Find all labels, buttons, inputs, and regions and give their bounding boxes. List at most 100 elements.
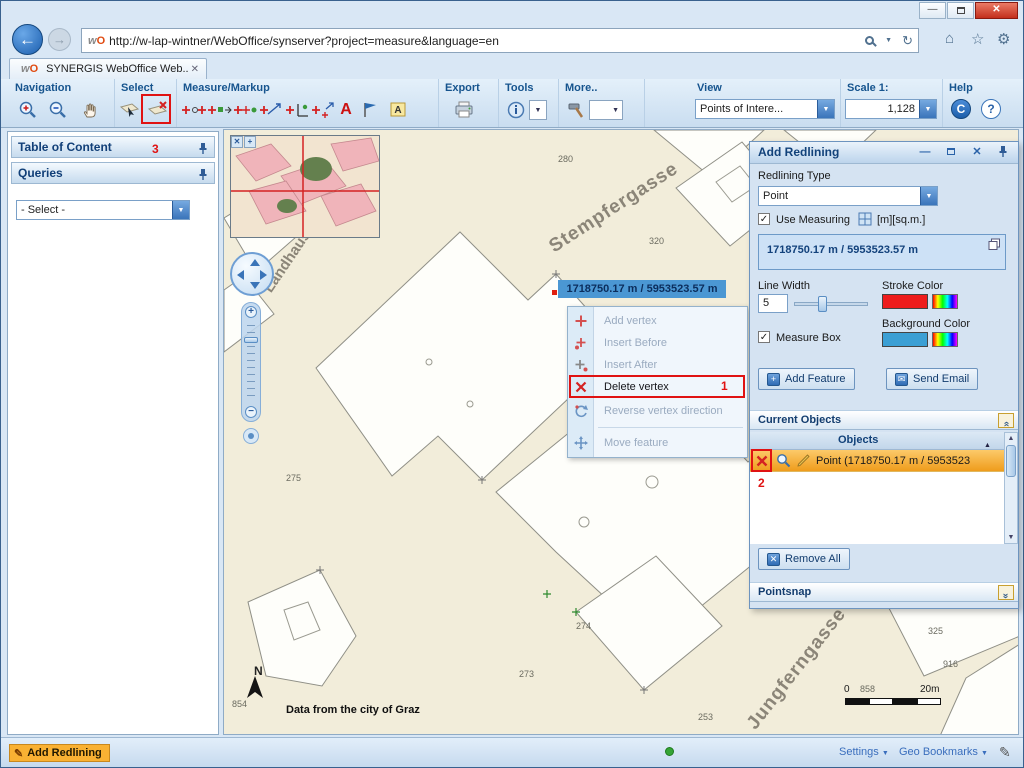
markup-text-icon[interactable]: A <box>333 97 359 123</box>
pan-west-icon[interactable] <box>237 270 244 280</box>
table-of-content-header[interactable]: Table of Content 3 <box>11 136 215 158</box>
view-select[interactable]: Points of Intere... ▼ <box>695 99 835 119</box>
expand-section-button[interactable]: « <box>998 585 1014 600</box>
window-minimize-button[interactable]: — <box>919 2 946 19</box>
address-bar[interactable]: wO http://w-lap-wintner/WebOffice/synser… <box>81 28 919 53</box>
measure-box-checkbox[interactable]: ✓ <box>758 331 770 343</box>
use-measuring-checkbox[interactable]: ✓ <box>758 213 770 225</box>
select-by-rectangle-icon[interactable] <box>117 97 143 123</box>
menu-item-insert-after[interactable]: Insert After <box>568 354 747 376</box>
panel-restore-icon[interactable] <box>942 145 960 161</box>
print-icon[interactable] <box>451 97 477 123</box>
zoom-slider[interactable]: + − <box>241 302 261 422</box>
zoom-out-button[interactable]: − <box>245 406 257 418</box>
settings-gear-icon[interactable]: ⚙ <box>997 30 1010 48</box>
window-maximize-button[interactable] <box>947 2 974 19</box>
stroke-color-swatch[interactable] <box>882 294 928 309</box>
full-extent-button[interactable] <box>243 428 259 444</box>
tools-dropdown-button[interactable]: ▼ <box>529 100 547 120</box>
more-dropdown-button[interactable]: ▼ <box>589 100 623 120</box>
selected-vertex-marker[interactable] <box>552 290 557 295</box>
edit-object-icon[interactable] <box>796 453 811 468</box>
object-row[interactable]: Point (1718750.17 m / 5953523 <box>750 450 1004 471</box>
hammer-tools-icon[interactable] <box>563 97 589 123</box>
zoom-in-button[interactable]: + <box>245 306 257 318</box>
query-select[interactable]: - Select - ▼ <box>16 200 190 220</box>
current-objects-section-header[interactable]: Current Objects « <box>750 410 1018 430</box>
line-width-input[interactable]: 5 <box>758 294 788 313</box>
menu-item-add-vertex[interactable]: Add vertex <box>568 310 747 332</box>
copyright-button[interactable]: C <box>951 99 971 119</box>
objects-table-header[interactable]: Objects ▲ <box>750 432 1004 450</box>
active-mode-chip[interactable]: ✎ Add Redlining <box>9 744 110 762</box>
settings-menu[interactable]: Settings ▼ <box>839 746 889 758</box>
pan-east-icon[interactable] <box>260 270 267 280</box>
remove-all-button[interactable]: ✕ Remove All <box>758 548 850 570</box>
favorites-star-icon[interactable]: ☆ <box>971 30 984 48</box>
background-color-picker-icon[interactable] <box>932 332 958 347</box>
zoom-in-icon[interactable] <box>15 97 41 123</box>
pan-hand-icon[interactable] <box>77 97 103 123</box>
measure-point-icon[interactable] <box>181 97 207 123</box>
redlining-panel-header[interactable]: Add Redlining — ✕ <box>750 142 1018 164</box>
zoom-out-icon[interactable] <box>45 97 71 123</box>
tab-close-icon[interactable]: ✕ <box>189 64 201 75</box>
browser-forward-button[interactable]: → <box>48 28 71 51</box>
scale-input[interactable]: 1,128 ▼ <box>845 99 937 119</box>
address-dropdown-icon[interactable]: ▼ <box>880 37 897 44</box>
scroll-up-icon[interactable]: ▲ <box>1005 435 1017 442</box>
background-color-swatch[interactable] <box>882 332 928 347</box>
refresh-icon[interactable]: ↻ <box>897 33 918 49</box>
geo-bookmarks-menu[interactable]: Geo Bookmarks ▼ <box>899 746 988 758</box>
panel-minimize-icon[interactable]: — <box>916 145 934 161</box>
slider-handle[interactable] <box>818 296 827 312</box>
objects-scrollbar[interactable]: ▲ ▼ <box>1004 432 1018 544</box>
window-close-button[interactable]: ✕ <box>975 2 1018 19</box>
pan-compass-control[interactable] <box>230 252 274 296</box>
measure-line-icon[interactable] <box>207 97 233 123</box>
query-dropdown-button[interactable]: ▼ <box>172 201 189 219</box>
collapse-section-button[interactable]: « <box>998 413 1014 428</box>
overview-move-icon[interactable]: + <box>244 136 256 148</box>
scale-dropdown-button[interactable]: ▼ <box>919 100 936 118</box>
pointsnap-section-header[interactable]: Pointsnap « <box>750 582 1018 602</box>
pan-north-icon[interactable] <box>250 259 260 266</box>
measure-circle-icon[interactable] <box>259 97 285 123</box>
line-width-slider[interactable] <box>794 294 868 313</box>
panel-pin-icon[interactable] <box>994 145 1012 161</box>
search-icon[interactable] <box>865 36 874 45</box>
browser-back-button[interactable]: ← <box>12 24 43 55</box>
redlining-type-dropdown-button[interactable]: ▼ <box>920 187 937 205</box>
menu-item-insert-before[interactable]: Insert Before <box>568 332 747 354</box>
markup-flag-icon[interactable] <box>357 97 383 123</box>
stroke-color-picker-icon[interactable] <box>932 294 958 309</box>
zoom-slider-handle[interactable] <box>244 337 258 343</box>
pin-icon[interactable] <box>197 167 209 187</box>
add-feature-button[interactable]: + Add Feature <box>758 368 855 390</box>
panel-close-icon[interactable]: ✕ <box>968 145 986 161</box>
overview-close-icon[interactable]: ✕ <box>231 136 243 148</box>
view-dropdown-button[interactable]: ▼ <box>817 100 834 118</box>
measure-coordinate-icon[interactable] <box>285 97 311 123</box>
pan-south-icon[interactable] <box>250 282 260 289</box>
send-email-button[interactable]: ✉ Send Email <box>886 368 978 390</box>
home-icon[interactable]: ⌂ <box>945 30 954 47</box>
help-question-button[interactable]: ? <box>981 99 1001 119</box>
identify-tool-icon[interactable] <box>503 97 529 123</box>
measure-area-icon[interactable] <box>233 97 259 123</box>
overview-map[interactable]: ✕ + <box>230 135 380 238</box>
scrollbar-thumb[interactable] <box>1006 445 1016 477</box>
url-text[interactable]: http://w-lap-wintner/WebOffice/synserver… <box>109 34 859 48</box>
browser-tab[interactable]: wO SYNERGIS WebOffice Web... ✕ <box>9 58 207 79</box>
edit-pencil-icon[interactable]: ✎ <box>999 744 1011 761</box>
queries-header[interactable]: Queries <box>11 162 215 184</box>
pin-icon[interactable] <box>197 141 209 161</box>
menu-item-reverse-vertex-direction[interactable]: Reverse vertex direction <box>568 400 747 422</box>
copy-icon[interactable] <box>988 238 1001 251</box>
scroll-down-icon[interactable]: ▼ <box>1005 534 1017 541</box>
markup-label-icon[interactable]: A <box>385 97 411 123</box>
measure-group-label: Measure/Markup <box>183 82 270 94</box>
menu-item-move-feature[interactable]: Move feature <box>568 432 747 454</box>
zoom-to-object-icon[interactable] <box>776 453 791 468</box>
redlining-type-select[interactable]: Point ▼ <box>758 186 938 206</box>
